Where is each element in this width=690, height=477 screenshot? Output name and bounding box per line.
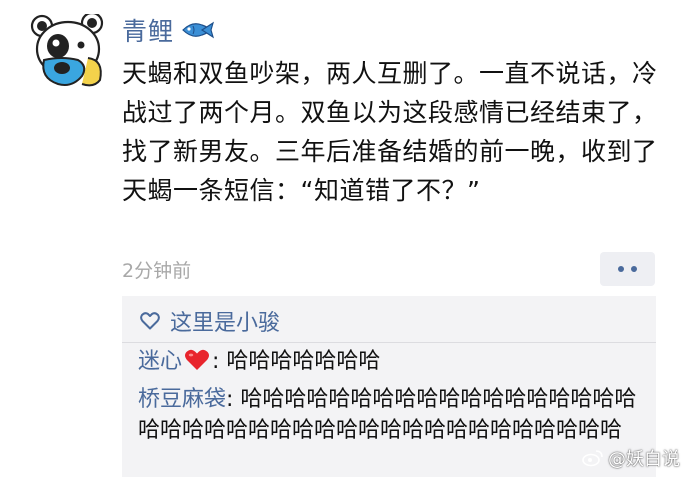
- interaction-box: 这里是小骏 迷心 : 哈哈哈哈哈哈哈 桥豆麻袋: 哈哈哈哈哈哈哈哈哈哈哈哈哈哈哈…: [122, 296, 656, 477]
- post-timestamp: 2分钟前: [122, 260, 192, 282]
- comment: 桥豆麻袋: 哈哈哈哈哈哈哈哈哈哈哈哈哈哈哈哈哈哈哈哈哈哈哈哈哈哈哈哈哈哈哈哈哈哈…: [138, 384, 646, 446]
- weibo-icon: [582, 450, 603, 467]
- fish-icon: [182, 21, 215, 39]
- likes-row: 这里是小骏: [140, 304, 280, 338]
- divider: [122, 342, 656, 343]
- username[interactable]: 青鲤: [122, 12, 174, 48]
- liker-name[interactable]: 这里是小骏: [170, 305, 280, 337]
- comment-text: 哈哈哈哈哈哈哈: [226, 349, 381, 374]
- more-dot-icon: [631, 266, 637, 272]
- watermark-text: @妖白说: [608, 449, 680, 470]
- post-text: 天蝎和双鱼吵架，两人互删了。一直不说话，冷战过了两个月。双鱼以为这段感情已经结束…: [122, 59, 658, 205]
- heart-outline-icon: [140, 312, 160, 330]
- post-header: 青鲤: [122, 12, 215, 48]
- comment-separator: :: [226, 387, 241, 412]
- watermark: @妖白说: [582, 445, 680, 471]
- comment-separator: :: [212, 349, 227, 374]
- commenter-name[interactable]: 迷心: [138, 349, 182, 374]
- avatar[interactable]: [30, 14, 108, 92]
- comment: 迷心 : 哈哈哈哈哈哈哈: [138, 346, 646, 377]
- more-options-button[interactable]: [600, 252, 655, 286]
- more-dot-icon: [618, 266, 624, 272]
- commenter-name[interactable]: 桥豆麻袋: [138, 387, 226, 412]
- red-heart-icon: [185, 349, 210, 370]
